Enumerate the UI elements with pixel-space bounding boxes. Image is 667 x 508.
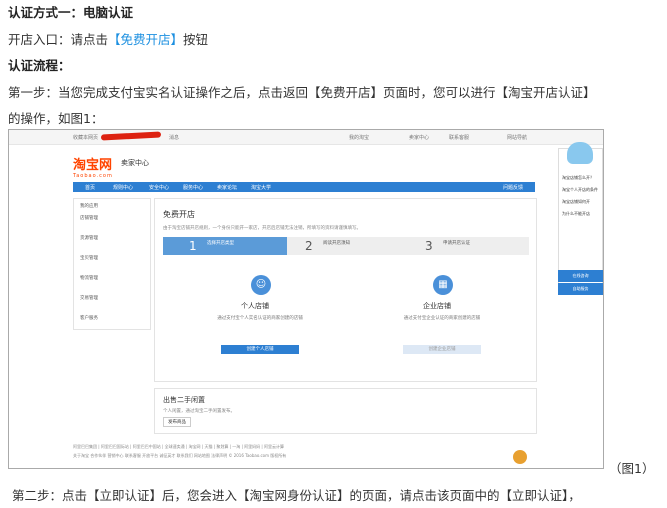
seller-center-title: 卖家中心 [121, 159, 149, 167]
step-one-text: 第一步：当您完成支付宝实名认证操作之后，点击返回【免费开店】页面时，您可以进行【… [8, 85, 596, 100]
create-enterprise-shop-button: 创建企业店铺 [403, 345, 481, 354]
screenshot-sidebar: 我的应用 店铺管理 货源管理 宝贝管理 物流管理 交易管理 客户服务 [73, 198, 151, 330]
nav-item: 首页 [85, 185, 96, 191]
topbar-item: 我的淘宝 [349, 135, 370, 141]
screenshot-main-panel: 免费开店 由于淘宝店铺开店规则，一个身份只能开一家店，开店后店铺无法注销，所填写… [154, 198, 537, 382]
person-icon: ☺ [251, 275, 271, 295]
figure-label: （图1） [609, 461, 655, 476]
nav-feedback: 问题反馈 [503, 185, 524, 191]
topbar-item: 消息 [169, 135, 180, 141]
help-item: 淘宝店铺怎么开？ [562, 175, 594, 180]
step-label: 申请开店认证 [443, 241, 470, 246]
steps-bar: 1 选择开店类型 2 阅读开店须知 3 申请开店认证 [163, 237, 529, 255]
personal-shop-desc: 通过支付宝个人实名认证的商家创建的店铺 [217, 316, 303, 321]
screenshot-nav: 首页 规则中心 安全中心 服务中心 卖家论坛 淘宝大学 问题反馈 [73, 182, 535, 192]
logo-text: 淘宝网 [73, 158, 113, 173]
heading-process: 认证流程： [8, 58, 71, 73]
mascot-icon [513, 450, 527, 464]
figure-1-screenshot: 收藏本网页 消息 我的淘宝 卖家中心 联系客服 网站导航 淘宝网 Taobao.c… [8, 129, 604, 469]
step-one-text-cont: 的操作，如图1： [8, 111, 104, 126]
entry-suffix: 按钮 [183, 32, 209, 47]
topbar-item: 收藏本网页 [73, 135, 99, 141]
enterprise-shop-desc: 通过支付宝企业认证的商家创建的店铺 [403, 316, 481, 321]
footer-line: 阿里巴巴集团 | 阿里巴巴国际站 | 阿里巴巴中国站 | 全球速卖通 | 淘宝网… [73, 444, 285, 449]
online-consult-button: 在线咨询 [558, 270, 603, 282]
sidebar-item: 交易管理 [80, 296, 98, 301]
entry-line: 开店入口：请点击【免费开店】按钮 [8, 29, 208, 48]
sidebar-title: 我的应用 [80, 204, 98, 209]
taobao-logo: 淘宝网 Taobao.com [73, 154, 113, 179]
step-number: 2 [305, 239, 313, 253]
topbar-item: 联系客服 [449, 135, 470, 141]
help-item: 淘宝店铺如何开 [562, 199, 590, 204]
step-number: 3 [425, 239, 433, 253]
post-item-button: 发布商品 [163, 417, 191, 427]
nav-item: 淘宝大学 [251, 185, 272, 191]
topbar-item: 卖家中心 [409, 135, 430, 141]
building-icon: ▦ [433, 275, 453, 295]
logo-sub: Taobao.com [73, 173, 113, 179]
sidebar-item: 货源管理 [80, 236, 98, 241]
nav-item: 规则中心 [113, 185, 134, 191]
enterprise-shop-label: 企业店铺 [423, 302, 451, 310]
step-number: 1 [189, 239, 197, 253]
personal-shop-label: 个人店铺 [241, 302, 269, 310]
entry-prefix: 开店入口：请点击 [8, 32, 109, 47]
sidebar-item: 宝贝管理 [80, 256, 98, 261]
heading-method-one: 认证方式一：电脑认证 [8, 5, 134, 20]
secondhand-section: 出售二手闲置 个人闲置，通过淘宝二手闲置发布。 发布商品 [154, 388, 537, 434]
topbar-item: 网站导航 [507, 135, 528, 141]
nav-item: 卖家论坛 [217, 185, 238, 191]
self-service-button: 自助服务 [558, 283, 603, 295]
help-item: 为什么不能开店 [562, 211, 590, 216]
footer-line: 关于淘宝 合作伙伴 营销中心 联系客服 开放平台 诚征英才 联系我们 网站地图 … [73, 453, 287, 458]
main-desc: 由于淘宝店铺开店规则，一个身份只能开一家店，开店后店铺无法注销，所填写的资料请谨… [163, 226, 361, 231]
sidebar-item: 店铺管理 [80, 216, 98, 221]
step-label: 选择开店类型 [207, 241, 234, 246]
step-two-text: 第二步：点击【立即认证】后，您会进入【淘宝网身份认证】的页面，请点击该页面中的【… [12, 488, 581, 503]
create-personal-shop-button: 创建个人店铺 [221, 345, 299, 354]
main-title: 免费开店 [163, 210, 195, 219]
nav-item: 服务中心 [183, 185, 204, 191]
help-item: 淘宝个人开店的条件 [562, 187, 598, 192]
sidebar-item: 客户服务 [80, 316, 98, 321]
secondhand-desc: 个人闲置，通过淘宝二手闲置发布。 [163, 409, 235, 414]
nav-item: 安全中心 [149, 185, 170, 191]
sidebar-item: 物流管理 [80, 276, 98, 281]
secondhand-title: 出售二手闲置 [163, 396, 205, 404]
elephant-mascot-icon [567, 142, 593, 164]
step-label: 阅读开店须知 [323, 241, 350, 246]
screenshot-topbar: 收藏本网页 消息 我的淘宝 卖家中心 联系客服 网站导航 [9, 130, 603, 145]
free-shop-link[interactable]: 【免费开店】 [108, 32, 183, 47]
screenshot-footer: 阿里巴巴集团 | 阿里巴巴国际站 | 阿里巴巴中国站 | 全球速卖通 | 淘宝网… [73, 442, 535, 460]
